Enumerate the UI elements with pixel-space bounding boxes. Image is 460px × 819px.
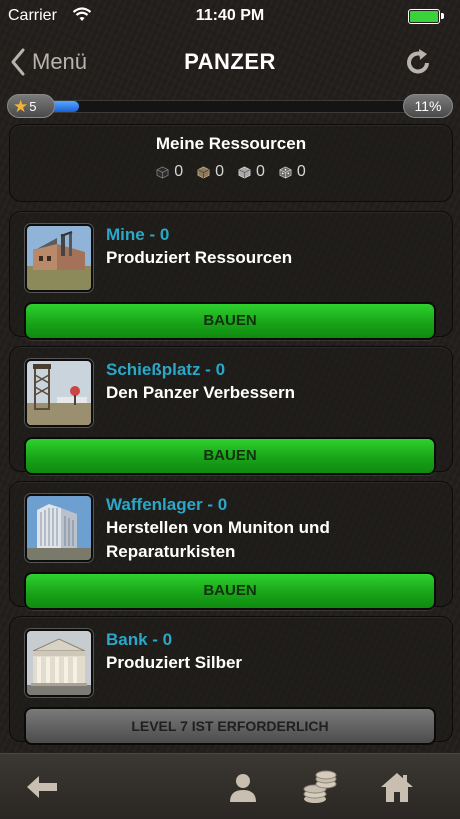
resource-value: 0 [256,163,265,180]
progress-percent: 11% [403,94,453,118]
building-name: Waffenlager - 0 [106,495,228,514]
refresh-button[interactable] [402,45,436,79]
build-button-arsenal[interactable]: BAUEN [24,572,436,610]
level-value: 5 [29,98,37,114]
dark-cube-icon [156,166,169,178]
resource-item: 0 [279,163,306,181]
home-icon [381,773,413,802]
building-card-arsenal: Waffenlager - 0 Herstellen von Muniton u… [9,481,453,610]
building-card-mine: Mine - 0 Produziert Ressourcen BAUEN [9,211,453,340]
xp-progress: ★ 5 11% [7,94,453,118]
silver-cube-icon [238,166,251,178]
arsenal-thumbnail [25,494,93,562]
resource-item: 0 [156,163,183,181]
building-card-bank: Bank - 0 Produziert Silber LEVEL 7 IST E… [9,616,453,745]
building-name: Mine - 0 [106,225,170,244]
level-badge: ★ 5 [7,94,55,118]
battery-icon [408,9,444,24]
building-name: Schießplatz - 0 [106,360,226,379]
build-button-mine[interactable]: BAUEN [24,302,436,340]
resources-row: 0 0 0 0 [10,163,452,181]
page-title: PANZER [184,49,276,74]
building-description: Produziert Silber [106,653,243,672]
tab-bar [0,753,460,819]
resource-value: 0 [296,163,306,180]
xp-progress-track [37,100,413,113]
back-arrow-icon [27,776,57,798]
dice-cube-icon [279,166,292,178]
resources-card: Meine Ressourcen 0 0 0 0 [9,124,453,202]
mine-thumbnail [25,224,93,292]
star-icon: ★ [13,96,29,116]
resource-value: 0 [174,163,184,180]
navigation-bar: Menü PANZER [0,36,460,88]
tab-back[interactable] [22,768,62,806]
coins-icon [303,770,337,803]
level-requirement-button[interactable]: LEVEL 7 IST ERFORDERLICH [24,707,436,745]
status-bar: Carrier 11:40 PM [0,0,460,32]
resources-title: Meine Ressourcen [155,134,307,153]
building-card-range: Schießplatz - 0 Den Panzer Verbessern BA… [9,346,453,475]
tab-coins[interactable] [300,768,340,806]
range-thumbnail [25,359,93,427]
building-name: Bank - 0 [106,630,173,649]
resource-value: 0 [215,163,224,180]
tab-home[interactable] [377,768,417,806]
building-description: Produziert Ressourcen [106,248,293,267]
bank-thumbnail [25,629,93,697]
brown-cube-icon [197,166,210,178]
clock: 11:40 PM [195,7,265,24]
tab-profile[interactable] [223,768,263,806]
profile-icon [230,774,256,802]
building-description: Herstellen von Muniton und Reparaturkist… [106,518,330,561]
refresh-icon [407,49,429,74]
resource-item: 0 [238,163,265,181]
resource-item: 0 [197,163,224,181]
build-button-range[interactable]: BAUEN [24,437,436,475]
building-description: Den Panzer Verbessern [106,383,295,402]
